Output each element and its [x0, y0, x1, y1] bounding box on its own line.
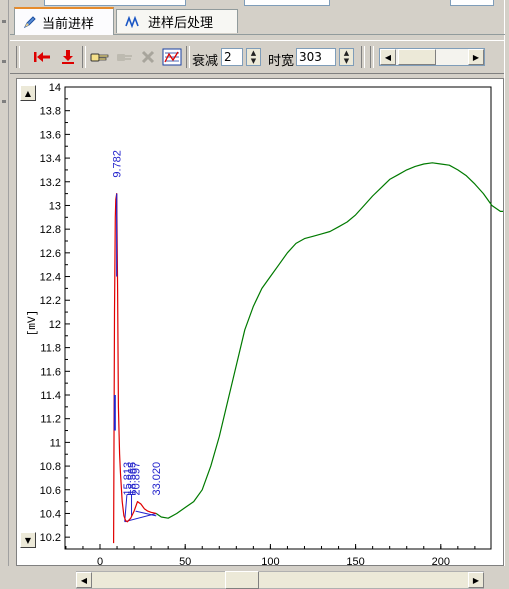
scroll-left-icon[interactable]: ◀	[76, 572, 92, 588]
y-tick-label: 11.4	[40, 390, 61, 402]
y-tick-label: 10.8	[40, 461, 61, 473]
y-tick-label: 11.2	[40, 414, 61, 426]
hand-pointer-icon[interactable]	[90, 47, 110, 67]
x-tick-label: 150	[346, 556, 364, 565]
scroll-down-icon[interactable]: ▼	[20, 532, 36, 548]
horizontal-scroll-thumb[interactable]	[225, 571, 259, 589]
scroll-thumb[interactable]	[398, 49, 436, 65]
y-tick-label: 12.8	[40, 224, 61, 236]
y-tick-label: 11.6	[40, 366, 61, 378]
peak-retention-label: 9.782	[112, 150, 124, 178]
x-tick-label: 100	[261, 556, 279, 565]
hand-disabled-icon[interactable]	[114, 47, 134, 67]
y-axis-label: [mV]	[27, 310, 39, 336]
y-tick-label: 13.6	[40, 129, 61, 141]
pencil-icon	[23, 15, 37, 29]
tab-post-processing[interactable]: 进样后处理	[116, 9, 238, 33]
y-tick-label: 13.4	[40, 153, 61, 165]
x-tick-label: 200	[432, 556, 450, 565]
y-tick-label: 13	[49, 200, 61, 212]
wave-icon	[125, 15, 143, 28]
spin-down-icon[interactable]: ▼	[340, 57, 353, 65]
top-strip	[0, 0, 509, 6]
x-tick-label: 50	[179, 556, 191, 565]
scroll-right-icon[interactable]: ▶	[468, 49, 484, 65]
attenuation-spinner[interactable]: ▲ ▼	[246, 48, 261, 66]
y-tick-label: 10.4	[40, 508, 61, 520]
chart-settings-icon[interactable]	[162, 47, 182, 67]
download-arrow-icon[interactable]	[58, 47, 78, 67]
y-tick-label: 12	[49, 319, 61, 331]
y-tick-label: 12.4	[40, 272, 61, 284]
x-tick-label: 0	[97, 556, 103, 565]
go-to-start-icon[interactable]	[32, 47, 52, 67]
attenuation-input[interactable]: 2	[221, 48, 243, 66]
y-tick-label: 13.2	[40, 177, 61, 189]
time-width-label: 时宽	[268, 54, 295, 69]
time-width-input[interactable]: 303	[296, 48, 336, 66]
y-tick-label: 10.6	[40, 485, 61, 497]
scroll-up-icon[interactable]: ▲	[20, 85, 36, 101]
peak-retention-label: 33.020	[151, 462, 163, 496]
tab-label: 进样后处理	[148, 16, 214, 31]
spin-up-icon[interactable]: ▲	[340, 49, 353, 57]
y-tick-label: 12.6	[40, 248, 61, 260]
horizontal-scrollbar[interactable]	[76, 571, 484, 589]
y-tick-label: 13.8	[40, 106, 61, 118]
chromatogram-panel: 10.2 10.4 10.6 10.8 11 11.2 11.4 11.6 11.8 12 12.2…	[16, 78, 509, 585]
spin-down-icon[interactable]: ▼	[247, 57, 260, 65]
toolbar-scrollbar[interactable]: ◀ ▶	[379, 48, 485, 66]
toolbar: 衰减 2 ▲ ▼ 时宽 303 ▲ ▼ ◀ ▶	[10, 40, 504, 74]
tab-label: 当前进样	[42, 16, 95, 32]
chromatography-window: 当前进样 进样后处理 衰减 2 ▲ ▼ 时宽 303 ▲ ▼ ◀ ▶ 10.2 …	[0, 0, 509, 589]
chromatogram-chart[interactable]: 10.2 10.4 10.6 10.8 11 11.2 11.4 11.6 11.8 12 12.2…	[17, 79, 509, 585]
attenuation-label: 衰减	[192, 54, 219, 69]
y-tick-label: 11	[50, 437, 61, 449]
peak-retention-label: 20.897	[131, 462, 143, 496]
spin-up-icon[interactable]: ▲	[247, 49, 260, 57]
delete-disabled-icon[interactable]	[138, 47, 158, 67]
scroll-left-icon[interactable]: ◀	[380, 49, 396, 65]
y-tick-label: 12.2	[40, 295, 61, 307]
left-splitter[interactable]	[0, 0, 9, 589]
right-edge	[504, 0, 509, 589]
tab-bar: 当前进样 进样后处理	[10, 7, 505, 35]
time-width-spinner[interactable]: ▲ ▼	[339, 48, 354, 66]
y-tick-label: 10.2	[40, 532, 61, 544]
y-tick-label: 11.8	[40, 343, 61, 355]
scroll-right-icon[interactable]: ▶	[468, 572, 484, 588]
tab-current-injection[interactable]: 当前进样	[14, 7, 114, 35]
y-tick-label: 14	[49, 82, 61, 94]
